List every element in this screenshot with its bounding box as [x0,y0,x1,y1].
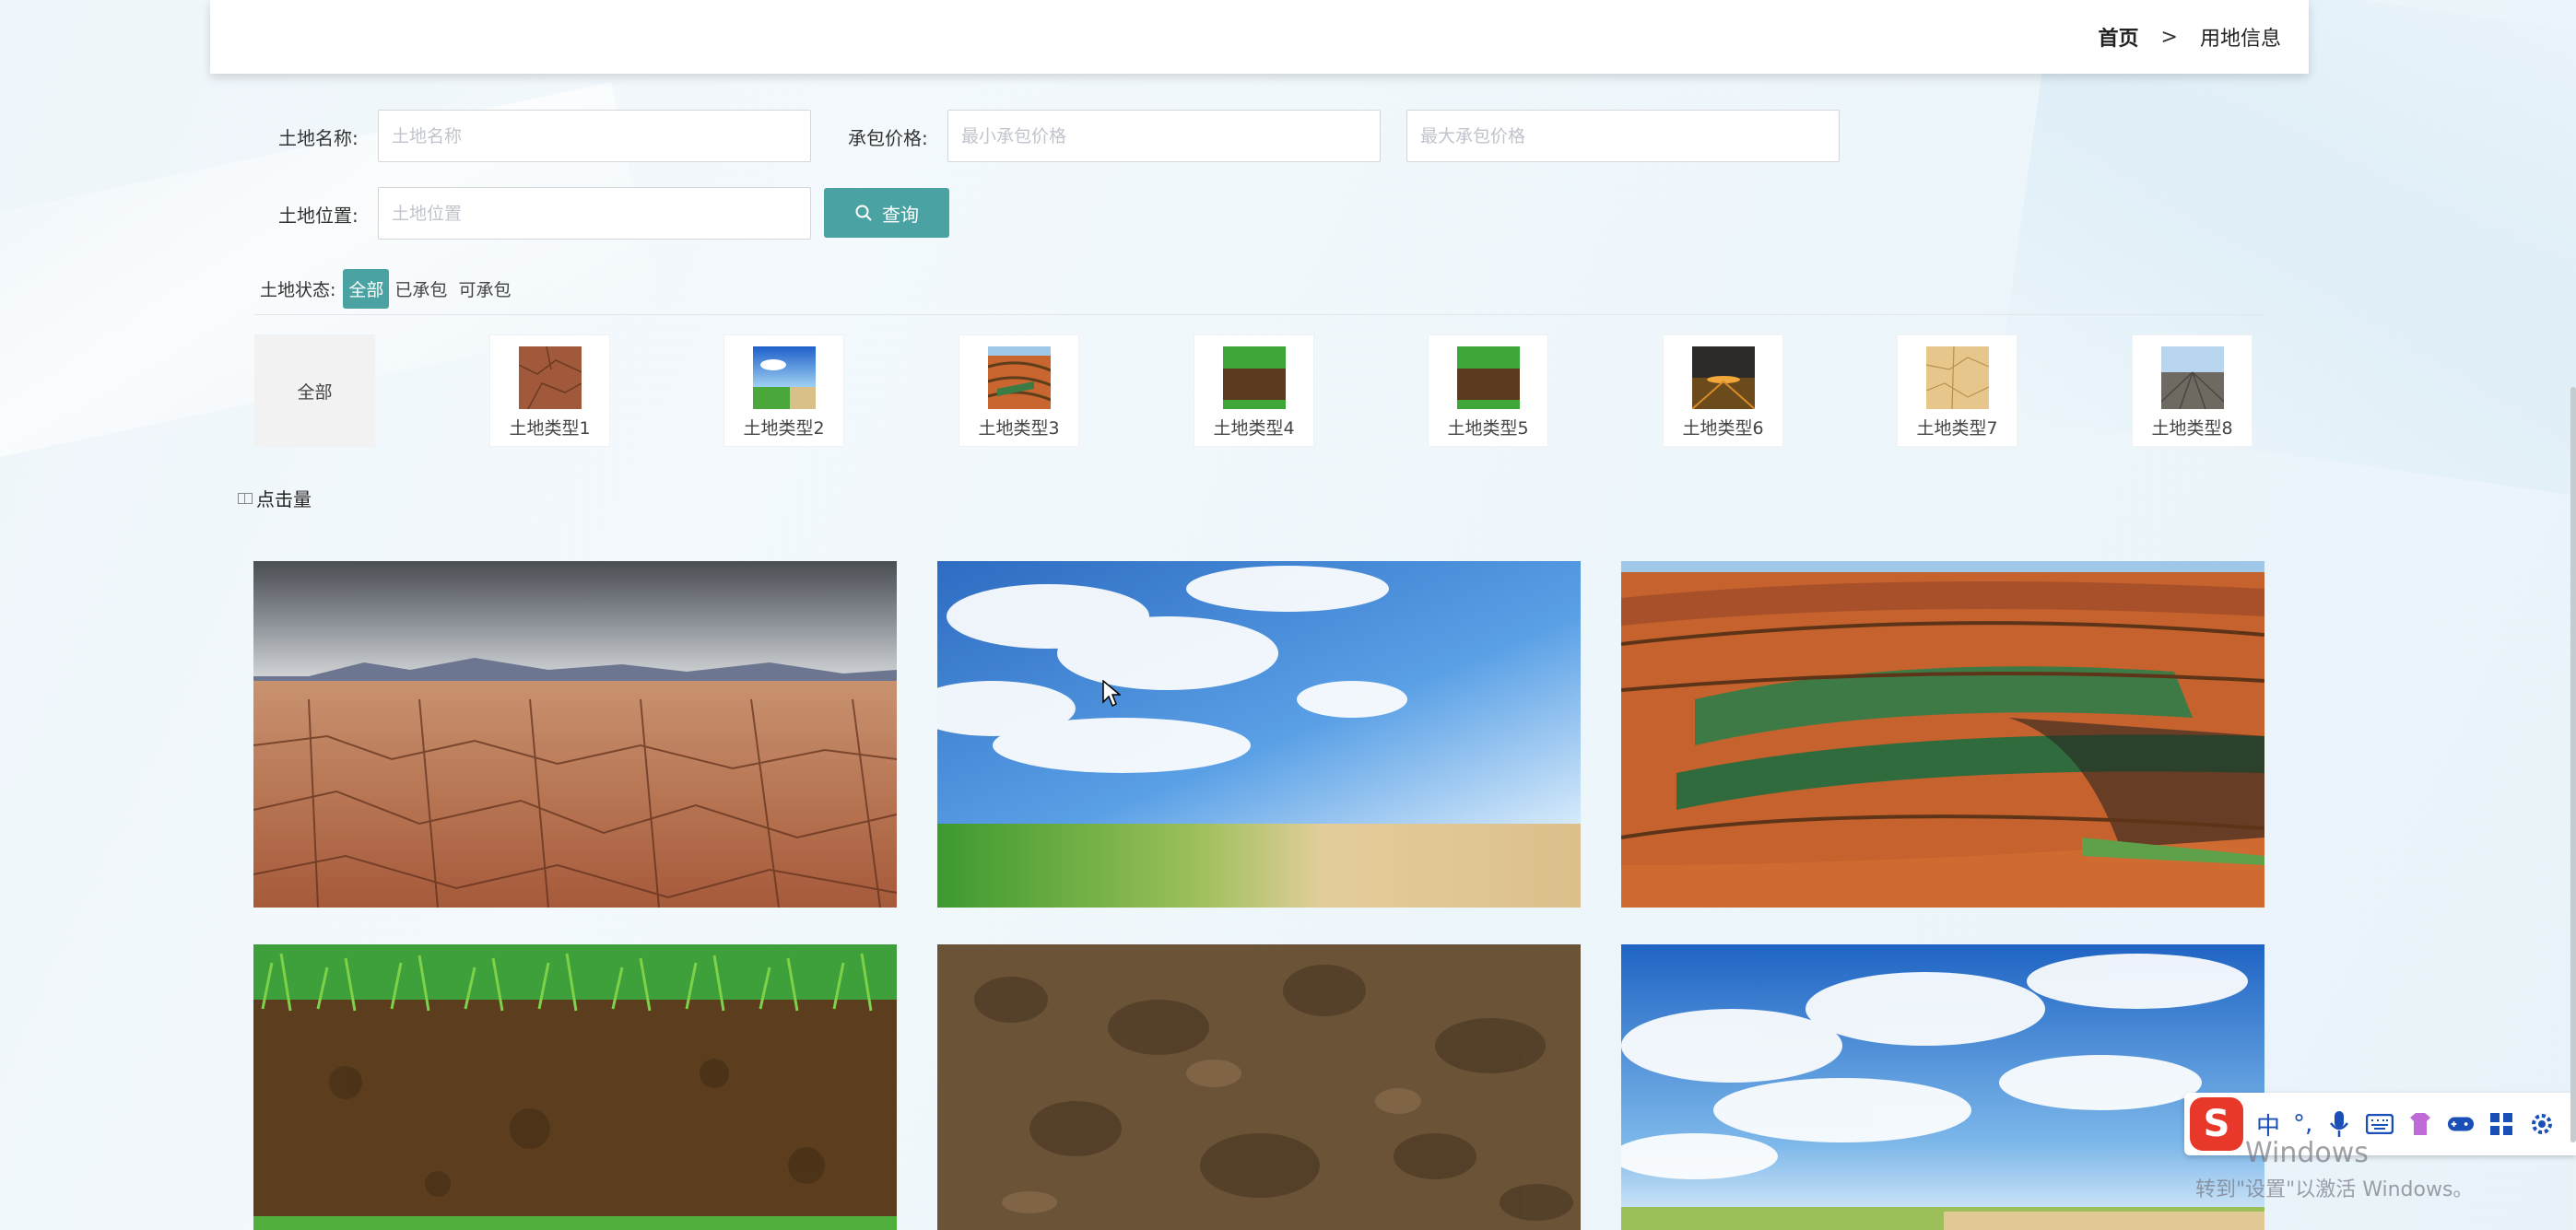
plowed-field-thumbnail [2160,346,2224,409]
max-price-input[interactable] [1406,110,1840,162]
soil-texture-image [937,944,1581,1230]
location-label: 土地位置: [278,205,359,227]
settings-icon[interactable] [2528,1110,2556,1138]
gamepad-icon[interactable] [2447,1110,2475,1138]
grass-soil-image [253,944,897,1230]
cracked-earth-image [253,561,897,908]
land-card[interactable] [253,561,897,908]
land-name-input[interactable] [378,110,811,162]
type-card[interactable]: 土地类型8 [2132,334,2253,447]
type-card-label: 全部 [297,381,333,403]
mouse-cursor-icon [1102,680,1121,708]
type-card-all[interactable]: 全部 [254,334,375,447]
search-button[interactable]: 查询 [824,188,949,238]
breadcrumb-home[interactable]: 首页 [2099,22,2139,52]
type-card-label: 土地类型5 [1447,418,1529,439]
type-card[interactable]: 土地类型3 [959,334,1079,447]
type-card[interactable]: 土地类型2 [723,334,844,447]
terrace-field-image [1621,561,2264,908]
terrace-thumbnail [987,346,1051,409]
skin-icon[interactable] [2406,1110,2434,1138]
grassland-sky-thumbnail [752,346,816,409]
land-card[interactable] [1621,944,2264,1230]
location-input[interactable] [378,187,811,240]
land-card[interactable] [937,944,1581,1230]
watermark-title: Windows [2245,1137,2369,1169]
windows-activation-watermark: Windows 转到"设置"以激活 Windows。 [2195,1137,2473,1202]
status-option-contracted[interactable]: 已承包 [389,269,453,309]
vertical-scrollbar[interactable] [2570,387,2576,1142]
land-card[interactable] [937,561,1581,908]
land-card[interactable] [1621,561,2264,908]
type-card-label: 土地类型4 [1213,418,1295,439]
search-icon [855,205,872,221]
search-button-label: 查询 [882,205,919,226]
type-card-label: 土地类型6 [1682,418,1764,439]
land-card[interactable] [253,944,897,1230]
header-bar: 首页 > 用地信息 [210,0,2309,74]
type-card-label: 土地类型1 [509,418,591,439]
dry-soil-thumbnail [518,346,582,409]
type-card[interactable]: 土地类型5 [1428,334,1548,447]
status-filter: 土地状态: 全部 已承包 可承包 [260,268,516,309]
sort-label: 点击量 [256,488,312,510]
sky-field-image [1621,944,2264,1230]
apps-grid-icon[interactable] [2488,1110,2515,1138]
type-card-label: 土地类型8 [2151,418,2233,439]
divider [254,314,2264,315]
grassland-desert-image [937,561,1581,908]
sunset-field-thumbnail [1691,346,1755,409]
ime-mode-toggle[interactable]: 中 [2256,1107,2280,1142]
sort-by-clicks[interactable]: 点击量 [238,485,312,511]
type-card-label: 土地类型7 [1916,418,1998,439]
watermark-subtitle: 转到"设置"以激活 Windows。 [2195,1178,2474,1201]
breadcrumb-separator: > [2160,25,2178,49]
status-option-available[interactable]: 可承包 [453,269,516,309]
type-card[interactable]: 土地类型4 [1194,334,1314,447]
microphone-icon[interactable] [2325,1110,2353,1138]
background-streak [1994,0,2576,504]
status-option-all[interactable]: 全部 [343,268,390,309]
cracked-sand-thumbnail [1925,346,1989,409]
grass-soil-thumbnail [1456,346,1520,409]
status-filter-label: 土地状态: [260,279,336,300]
breadcrumb-current: 用地信息 [2199,28,2281,51]
sort-icon [238,492,253,504]
land-name-label: 土地名称: [278,127,359,149]
keyboard-icon[interactable] [2366,1110,2394,1138]
grass-soil-thumbnail [1222,346,1286,409]
type-card[interactable]: 土地类型1 [489,334,610,447]
min-price-input[interactable] [947,110,1381,162]
type-card[interactable]: 土地类型7 [1897,334,2017,447]
type-card-label: 土地类型2 [743,418,825,439]
ime-punct-toggle[interactable]: °, [2293,1110,2312,1138]
type-card[interactable]: 土地类型6 [1663,334,1783,447]
price-label: 承包价格: [848,127,928,149]
type-card-label: 土地类型3 [978,418,1060,439]
